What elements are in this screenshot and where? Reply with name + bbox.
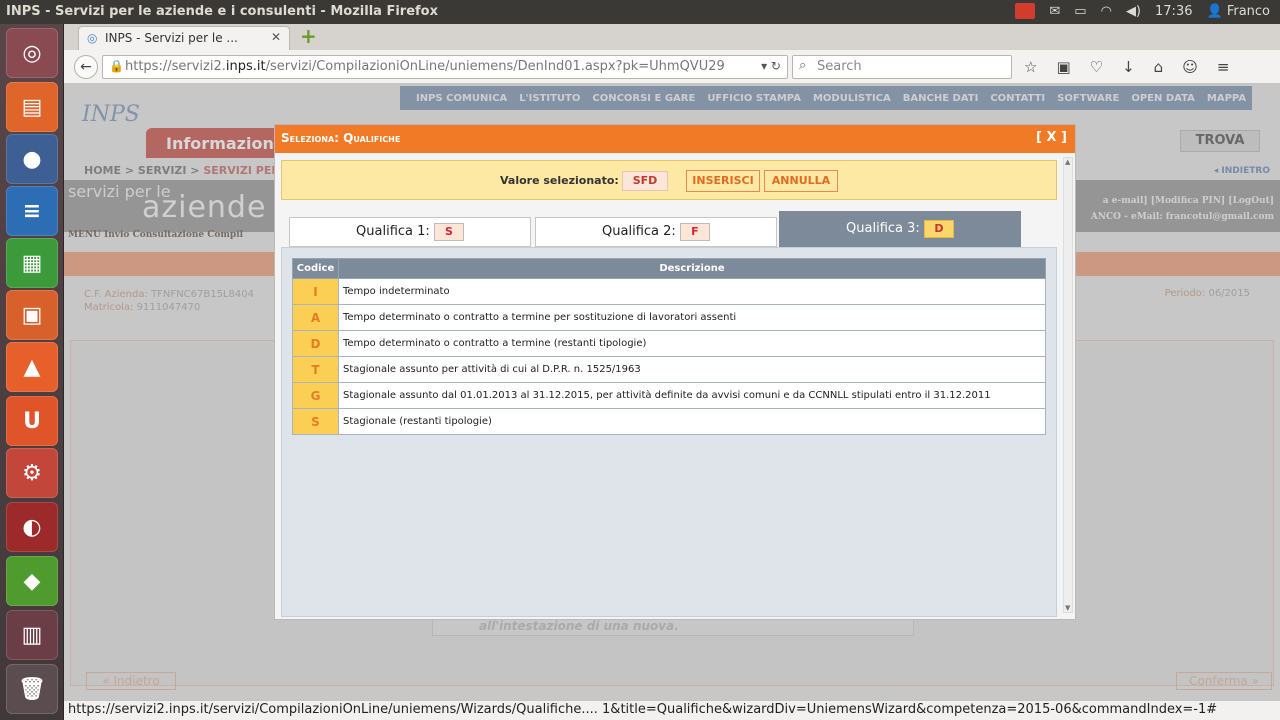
tab-strip: ◎ INPS - Servizi per le ... ✕ + bbox=[64, 24, 1280, 50]
browser-tab[interactable]: ◎ INPS - Servizi per le ... ✕ bbox=[78, 26, 290, 50]
nav-bar: ← 🔒 https://servizi2.inps.it/servizi/Com… bbox=[64, 50, 1280, 84]
scroll-up-icon[interactable]: ▲ bbox=[1065, 158, 1070, 166]
row-description[interactable]: Tempo indeterminato bbox=[338, 278, 1046, 305]
dialog-close-button[interactable]: [ X ] bbox=[1036, 130, 1067, 145]
archive-icon[interactable]: ◆ bbox=[6, 556, 58, 606]
ubuntu-dash-icon[interactable]: ◎ bbox=[6, 28, 58, 78]
row-description[interactable]: Tempo determinato o contratto a termine … bbox=[338, 330, 1046, 357]
mail-icon[interactable]: ✉ bbox=[1049, 4, 1060, 19]
workspace-icon[interactable]: ▥ bbox=[6, 610, 58, 660]
table-row[interactable]: A Tempo determinato o contratto a termine… bbox=[292, 304, 1046, 331]
row-description[interactable]: Stagionale assunto dal 01.01.2013 al 31.… bbox=[338, 382, 1046, 409]
toolbar-icons: ☆ ▣ ♡ ↓ ⌂ ☺ ≡ bbox=[1024, 58, 1229, 76]
search-input[interactable]: ⌕ Search bbox=[792, 55, 1012, 79]
row-code[interactable]: I bbox=[292, 278, 339, 305]
launcher: ◎ ▤ ● ≡ ▦ ▣ ▲ U ⚙ ◐ ◆ ▥ 🗑 bbox=[0, 24, 64, 720]
settings-icon[interactable]: ⚙ bbox=[6, 448, 58, 498]
battery-icon[interactable]: ▭ bbox=[1074, 4, 1086, 19]
impress-icon[interactable]: ▣ bbox=[6, 290, 58, 340]
os-top-bar: INPS - Servizi per le aziende e i consul… bbox=[0, 0, 1280, 24]
user-icon: 👤 bbox=[1206, 3, 1223, 19]
pocket-icon[interactable]: ♡ bbox=[1090, 58, 1103, 76]
qualifica-3-value: D bbox=[923, 219, 954, 238]
status-bar: https://servizi2.inps.it/servizi/Compila… bbox=[64, 700, 1280, 720]
favicon-icon: ◎ bbox=[87, 31, 98, 45]
software-center-icon[interactable]: ▲ bbox=[6, 342, 58, 392]
bookmark-star-icon[interactable]: ☆ bbox=[1024, 58, 1037, 76]
system-tray: ✉ ▭ ◠ ◀) 17:36 👤 Franco bbox=[1015, 3, 1270, 19]
dialog-header: Seleziona: Qualifiche [ X ] bbox=[275, 125, 1075, 153]
dialog-scrollbar[interactable]: ▲ ▼ bbox=[1063, 157, 1073, 613]
row-code[interactable]: T bbox=[292, 356, 339, 383]
selected-label: Valore selezionato: bbox=[500, 174, 619, 187]
qualifiche-dialog: Seleziona: Qualifiche [ X ] ▲ ▼ Valore s… bbox=[274, 124, 1076, 620]
clock[interactable]: 17:36 bbox=[1155, 4, 1192, 19]
home-icon[interactable]: ⌂ bbox=[1154, 58, 1164, 76]
row-description[interactable]: Stagionale (restanti tipologie) bbox=[338, 408, 1046, 435]
ubuntu-one-icon[interactable]: U bbox=[6, 396, 58, 446]
row-code[interactable]: D bbox=[292, 330, 339, 357]
back-button[interactable]: ← bbox=[74, 55, 98, 79]
calc-icon[interactable]: ▦ bbox=[6, 238, 58, 288]
clipboard-icon[interactable]: ▣ bbox=[1056, 58, 1070, 76]
tab-qualifica-2[interactable]: Qualifica 2: F bbox=[535, 217, 777, 247]
table-row[interactable]: T Stagionale assunto per attività di cui … bbox=[292, 356, 1046, 383]
dialog-title: Seleziona: Qualifiche bbox=[281, 131, 401, 145]
row-description[interactable]: Tempo determinato o contratto a termine … bbox=[338, 304, 1046, 331]
tab-qualifica-1[interactable]: Qualifica 1: S bbox=[289, 217, 531, 247]
wifi-icon[interactable]: ◠ bbox=[1101, 4, 1112, 19]
table-row[interactable]: I Tempo indeterminato bbox=[292, 278, 1046, 305]
volume-icon[interactable]: ◀) bbox=[1126, 4, 1141, 19]
reload-icon[interactable]: ▾ ↻ bbox=[761, 59, 781, 73]
selected-value: SFD bbox=[622, 171, 668, 191]
tab-title: INPS - Servizi per le ... bbox=[105, 31, 238, 45]
scroll-down-icon[interactable]: ▼ bbox=[1065, 604, 1070, 612]
download-icon[interactable]: ↓ bbox=[1122, 58, 1135, 76]
notification-icon[interactable] bbox=[1015, 3, 1036, 19]
url-bar[interactable]: 🔒 https://servizi2.inps.it/servizi/Compi… bbox=[102, 55, 788, 79]
annulla-button[interactable]: ANNULLA bbox=[764, 170, 838, 192]
table-row[interactable]: S Stagionale (restanti tipologie) bbox=[292, 408, 1046, 435]
qualifica-2-value: F bbox=[679, 222, 710, 241]
close-tab-icon[interactable]: ✕ bbox=[271, 30, 281, 44]
row-code[interactable]: G bbox=[292, 382, 339, 409]
files-icon[interactable]: ▤ bbox=[6, 82, 58, 132]
trash-icon[interactable]: 🗑 bbox=[6, 664, 58, 714]
writer-icon[interactable]: ≡ bbox=[6, 186, 58, 236]
qualifica-tabs: Qualifica 1: S Qualifica 2: F Qualifica … bbox=[289, 211, 1023, 247]
lock-icon: 🔒 bbox=[109, 59, 124, 73]
chat-icon[interactable]: ☺ bbox=[1182, 58, 1198, 76]
menu-icon[interactable]: ≡ bbox=[1217, 58, 1230, 76]
table-row[interactable]: D Tempo determinato o contratto a termine… bbox=[292, 330, 1046, 357]
qualifica-1-value: S bbox=[433, 222, 464, 241]
row-code[interactable]: S bbox=[292, 408, 339, 435]
tab-qualifica-3[interactable]: Qualifica 3: D bbox=[779, 211, 1021, 247]
qualifica-table: Codice Descrizione I Tempo indeterminato A… bbox=[292, 258, 1046, 435]
inserisci-button[interactable]: INSERISCI bbox=[686, 170, 760, 192]
app-icon[interactable]: ◐ bbox=[6, 502, 58, 552]
table-row[interactable]: G Stagionale assunto dal 01.01.2013 al 31… bbox=[292, 382, 1046, 409]
qualifica-panel: Codice Descrizione I Tempo indeterminato A… bbox=[281, 247, 1057, 617]
selection-bar: Valore selezionato: SFD INSERISCI ANNULL… bbox=[281, 160, 1057, 200]
row-code[interactable]: A bbox=[292, 304, 339, 331]
column-header-description: Descrizione bbox=[338, 258, 1046, 279]
firefox-icon[interactable]: ● bbox=[6, 134, 58, 184]
window-title: INPS - Servizi per le aziende e i consul… bbox=[6, 4, 438, 19]
column-header-code: Codice bbox=[292, 258, 339, 279]
search-icon: ⌕ bbox=[799, 58, 807, 73]
user-menu[interactable]: 👤 Franco bbox=[1206, 4, 1270, 19]
row-description[interactable]: Stagionale assunto per attività di cui a… bbox=[338, 356, 1046, 383]
new-tab-icon[interactable]: + bbox=[300, 26, 317, 46]
